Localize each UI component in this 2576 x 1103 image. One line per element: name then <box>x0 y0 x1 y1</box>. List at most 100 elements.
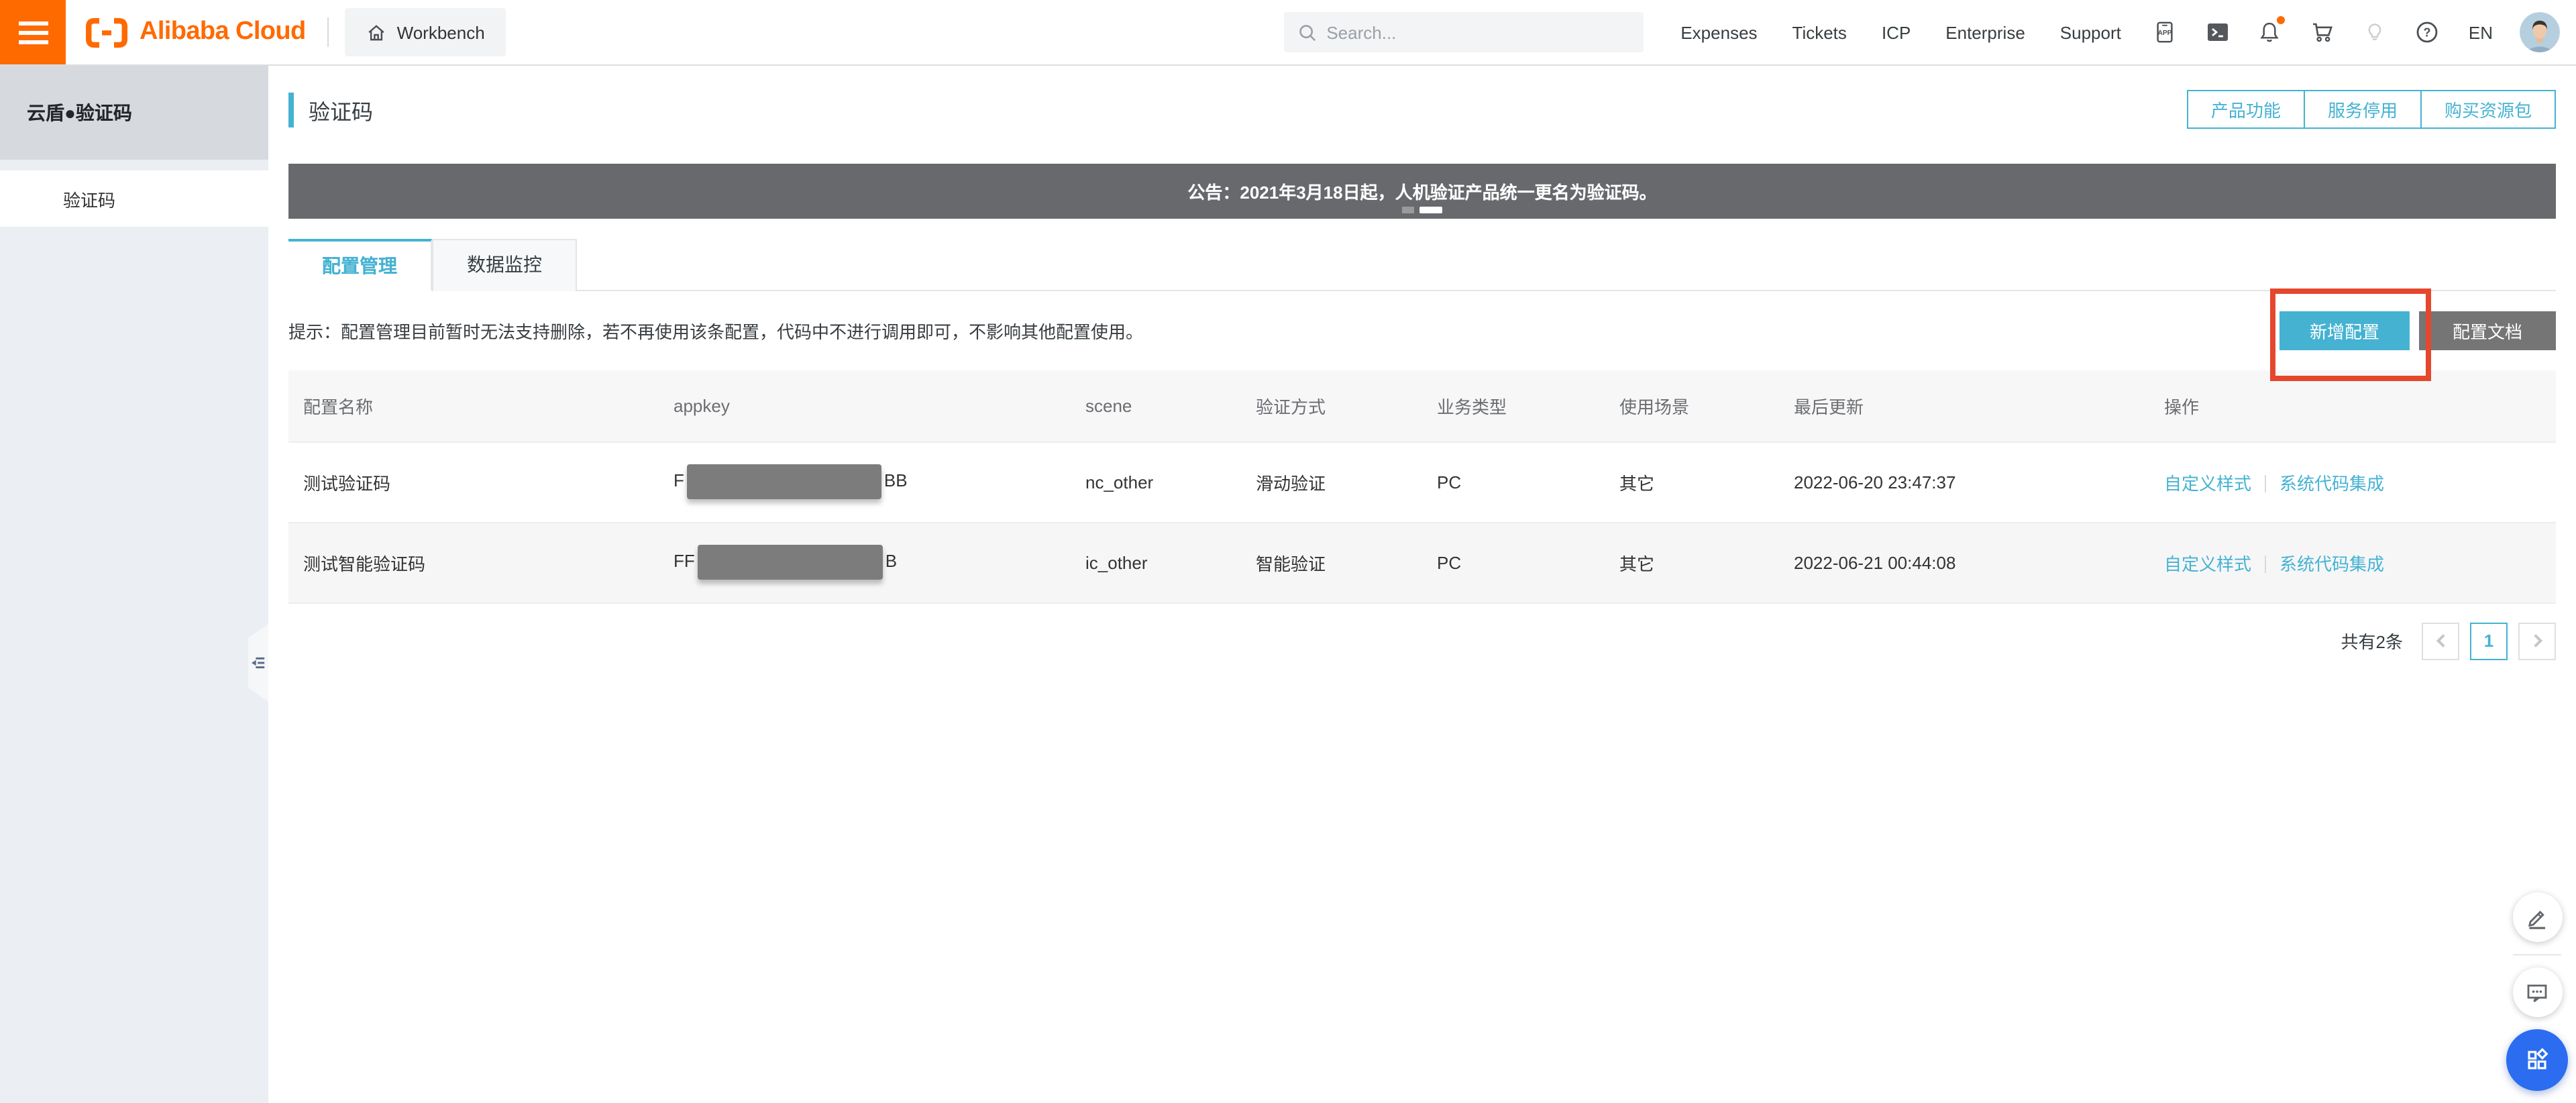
cell-verify-type: 智能验证 <box>1241 522 1422 602</box>
nav-expenses[interactable]: Expenses <box>1680 22 1757 42</box>
custom-style-link[interactable]: 自定义样式 <box>2164 554 2251 574</box>
page-title: 验证码 <box>288 92 373 127</box>
notification-badge <box>2277 16 2285 24</box>
nav-enterprise[interactable]: Enterprise <box>1945 22 2025 42</box>
search-input[interactable] <box>1326 22 1608 42</box>
survey-pencil-button[interactable] <box>2512 892 2562 942</box>
system-code-link[interactable]: 系统代码集成 <box>2279 473 2384 493</box>
sidebar-item-captcha[interactable]: 验证码 <box>0 170 268 227</box>
alibaba-cloud-console: Alibaba Cloud Workbench Expenses Tickets… <box>0 0 2576 1103</box>
nav-support[interactable]: Support <box>2060 22 2121 42</box>
redaction-box <box>687 464 881 499</box>
action-buttons: 新增配置 配置文档 <box>2279 311 2556 350</box>
collapse-icon <box>251 655 266 671</box>
alibaba-cloud-logo-icon <box>85 15 129 49</box>
header-right: Expenses Tickets ICP Enterprise Support … <box>1283 0 2560 64</box>
service-disable-button[interactable]: 服务停用 <box>2304 90 2422 129</box>
header-icons: APP <box>2153 20 2439 44</box>
prev-page-button[interactable] <box>2422 622 2459 660</box>
home-icon <box>366 22 386 42</box>
next-page-button[interactable] <box>2518 622 2556 660</box>
link-separator <box>2265 555 2266 572</box>
col-scene: scene <box>1071 370 1241 441</box>
sidebar-title: 云盾●验证码 <box>0 66 268 160</box>
pencil-icon <box>2525 905 2549 929</box>
page-number-button[interactable]: 1 <box>2470 622 2508 660</box>
cell-verify-type: 滑动验证 <box>1241 441 1422 522</box>
col-usage: 使用场景 <box>1605 370 1779 441</box>
carousel-dot-2[interactable] <box>1419 207 1442 213</box>
nav-icp[interactable]: ICP <box>1882 22 1911 42</box>
redaction-box <box>698 545 883 580</box>
carousel-indicators <box>1402 207 1442 213</box>
chevron-right-icon <box>2528 634 2542 647</box>
help-icon[interactable]: ? <box>2415 20 2439 44</box>
table-header-row: 配置名称 appkey scene 验证方式 业务类型 使用场景 最后更新 操作 <box>288 370 2556 441</box>
cell-scene: nc_other <box>1071 441 1241 522</box>
main-content: 验证码 产品功能 服务停用 购买资源包 公告：2021年3月18日起，人机验证产… <box>268 66 2576 1103</box>
total-count: 共有2条 <box>2341 628 2403 653</box>
alibaba-cloud-logo[interactable]: Alibaba Cloud <box>85 15 306 49</box>
notifications-bell-icon[interactable] <box>2258 20 2282 44</box>
cell-biz-type: PC <box>1422 522 1605 602</box>
cell-appkey: FF B <box>659 522 1071 602</box>
chevron-left-icon <box>2436 634 2449 647</box>
title-accent-bar <box>288 92 294 127</box>
product-features-button[interactable]: 产品功能 <box>2187 90 2305 129</box>
floating-buttons <box>2506 892 2568 1091</box>
cell-config-name: 测试验证码 <box>288 441 659 522</box>
col-actions: 操作 <box>2149 370 2556 441</box>
tab-config-management[interactable]: 配置管理 <box>288 239 432 291</box>
cart-icon[interactable] <box>2310 20 2334 44</box>
svg-text:?: ? <box>2423 25 2430 39</box>
header-nav: Expenses Tickets ICP Enterprise Support <box>1680 22 2121 42</box>
lightbulb-icon[interactable] <box>2363 20 2387 44</box>
pagination: 共有2条 1 <box>288 622 2556 660</box>
buy-resource-pack-button[interactable]: 购买资源包 <box>2420 90 2556 129</box>
col-updated: 最后更新 <box>1779 370 2149 441</box>
table-row: 测试智能验证码 FFB ic_other 智能验证 PC 其它 2022-06-… <box>288 522 2556 602</box>
cell-usage: 其它 <box>1605 522 1779 602</box>
tab-bar: 配置管理 数据监控 <box>288 239 2556 291</box>
appkey-suffix: B <box>885 551 897 571</box>
config-docs-button[interactable]: 配置文档 <box>2419 311 2556 350</box>
sidebar-collapse-handle[interactable] <box>248 624 268 702</box>
table-row: 测试验证码 FBB nc_other 滑动验证 PC 其它 2022-06-20… <box>288 441 2556 522</box>
cell-actions: 自定义样式 系统代码集成 <box>2149 441 2556 522</box>
col-verify-type: 验证方式 <box>1241 370 1422 441</box>
cell-config-name: 测试智能验证码 <box>288 522 659 602</box>
cell-biz-type: PC <box>1422 441 1605 522</box>
config-table: 配置名称 appkey scene 验证方式 业务类型 使用场景 最后更新 操作… <box>288 370 2556 603</box>
nav-tickets[interactable]: Tickets <box>1792 22 1847 42</box>
global-search[interactable] <box>1283 12 1643 52</box>
tip-row: 提示：配置管理目前暂时无法支持删除，若不再使用该条配置，代码中不进行调用即可，不… <box>288 311 2556 350</box>
header-divider <box>327 17 329 47</box>
col-biz-type: 业务类型 <box>1422 370 1605 441</box>
sidebar: 云盾●验证码 验证码 <box>0 66 268 1103</box>
cell-updated: 2022-06-21 00:44:08 <box>1779 522 2149 602</box>
carousel-dot-1[interactable] <box>1402 207 1414 213</box>
add-config-button[interactable]: 新增配置 <box>2279 311 2410 350</box>
fab-divider <box>2513 954 2561 955</box>
cloud-shell-icon[interactable] <box>2206 20 2230 44</box>
workbench-label: Workbench <box>397 22 485 42</box>
appkey-prefix: F <box>674 470 684 490</box>
apps-launcher-button[interactable] <box>2506 1029 2568 1091</box>
mobile-app-icon[interactable]: APP <box>2153 20 2178 44</box>
workbench-button[interactable]: Workbench <box>345 8 506 56</box>
tab-data-monitoring[interactable]: 数据监控 <box>432 239 577 291</box>
appkey-suffix: BB <box>884 470 908 490</box>
locale-switcher[interactable]: EN <box>2469 22 2493 42</box>
global-header: Alibaba Cloud Workbench Expenses Tickets… <box>0 0 2576 66</box>
cell-appkey: F BB <box>659 441 1071 522</box>
user-avatar[interactable] <box>2520 12 2560 52</box>
appkey-prefix: FF <box>674 551 695 571</box>
search-icon <box>1297 22 1317 42</box>
feedback-chat-button[interactable] <box>2512 967 2562 1017</box>
custom-style-link[interactable]: 自定义样式 <box>2164 473 2251 493</box>
col-appkey: appkey <box>659 370 1071 441</box>
system-code-link[interactable]: 系统代码集成 <box>2279 554 2384 574</box>
tip-text: 提示：配置管理目前暂时无法支持删除，若不再使用该条配置，代码中不进行调用即可，不… <box>288 318 1143 344</box>
hamburger-menu-button[interactable] <box>0 0 66 64</box>
announcement-banner: 公告：2021年3月18日起，人机验证产品统一更名为验证码。 <box>288 164 2556 219</box>
